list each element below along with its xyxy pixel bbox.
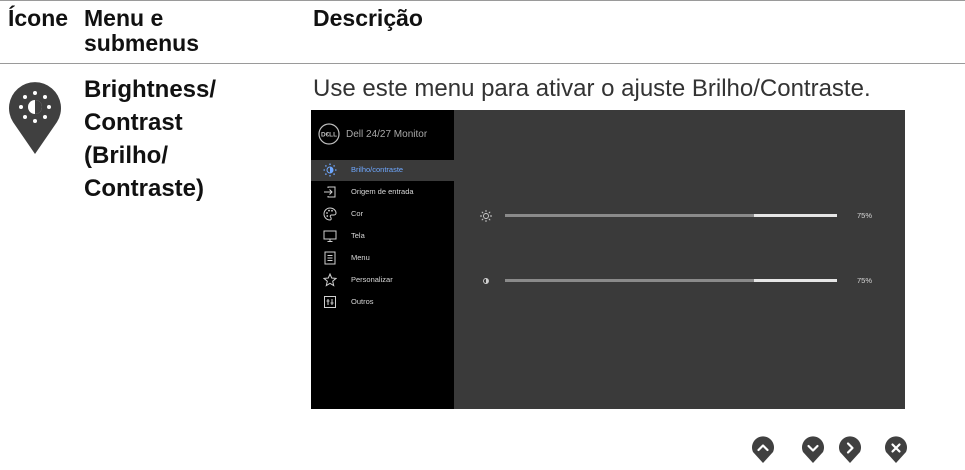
- contrast-track: [505, 279, 837, 282]
- osd-menu-item-color[interactable]: Cor: [311, 204, 454, 225]
- sun-icon: [480, 210, 492, 222]
- contrast-slider[interactable]: 75%: [479, 274, 899, 288]
- title-line: Contraste): [84, 175, 205, 202]
- osd-menu-item-label: Cor: [351, 209, 364, 218]
- brightness-icon: [323, 163, 337, 177]
- header-description: Descrição: [313, 5, 423, 31]
- brightness-track: [505, 214, 837, 217]
- close-button[interactable]: [883, 436, 909, 464]
- osd-menu-item-label: Outros: [351, 297, 374, 306]
- contrast-fill: [505, 279, 754, 282]
- display-icon: [323, 230, 337, 242]
- title-line: (Brilho/: [84, 142, 168, 169]
- table-top-rule: [0, 0, 965, 1]
- brightness-fill: [505, 214, 754, 217]
- menu-item-title: Brightness/ Contrast (Brilho/ Contraste): [84, 73, 284, 205]
- osd-menu-item-personalize[interactable]: Personalizar: [311, 270, 454, 291]
- osd-sidebar: D€LL Dell 24/27 Monitor Brilho/contraste…: [311, 110, 454, 409]
- color-palette-icon: [323, 207, 337, 221]
- osd-menu-item-input-source[interactable]: Origem de entrada: [311, 182, 454, 203]
- osd-menu-item-label: Brilho/contraste: [351, 165, 404, 174]
- osd-menu-item-label: Tela: [351, 231, 365, 240]
- menu-icon: [324, 251, 336, 265]
- menu-item-description: Use este menu para ativar o ajuste Brilh…: [313, 75, 871, 102]
- osd-screen: D€LL Dell 24/27 Monitor Brilho/contraste…: [311, 110, 905, 409]
- header-menu: Menu e submenus: [84, 6, 199, 56]
- svg-text:D€LL: D€LL: [321, 132, 337, 139]
- star-icon: [323, 273, 337, 287]
- header-icon: Ícone: [8, 5, 69, 31]
- header-menu-line2: submenus: [84, 30, 200, 56]
- right-button[interactable]: [837, 436, 863, 464]
- osd-menu-item-others[interactable]: Outros: [311, 292, 454, 313]
- contrast-value: 75%: [857, 276, 873, 285]
- brightness-value: 75%: [857, 211, 873, 220]
- title-line: Brightness/: [84, 76, 217, 103]
- header-menu-line1: Menu e: [84, 5, 164, 31]
- others-icon: [324, 296, 336, 308]
- contrast-icon: [483, 278, 489, 284]
- osd-menu-item-display[interactable]: Tela: [311, 226, 454, 247]
- brightness-menu-icon: [9, 82, 62, 154]
- title-line: Contrast: [84, 109, 183, 136]
- osd-navigation-buttons: [750, 436, 960, 464]
- dell-logo: D€LL: [318, 123, 340, 145]
- table-header-rule: [0, 63, 965, 64]
- osd-menu-item-label: Personalizar: [351, 275, 393, 284]
- osd-menu-item-label: Menu: [351, 253, 370, 262]
- osd-header: D€LL Dell 24/27 Monitor: [311, 110, 454, 158]
- input-source-icon: [324, 186, 336, 198]
- osd-menu-item-menu[interactable]: Menu: [311, 248, 454, 269]
- osd-menu-item-brightness-contrast[interactable]: Brilho/contraste: [311, 160, 454, 181]
- up-button[interactable]: [750, 436, 776, 464]
- brightness-slider[interactable]: 75%: [479, 209, 899, 223]
- osd-title: Dell 24/27 Monitor: [346, 129, 428, 140]
- down-button[interactable]: [800, 436, 826, 464]
- osd-menu-item-label: Origem de entrada: [351, 187, 414, 196]
